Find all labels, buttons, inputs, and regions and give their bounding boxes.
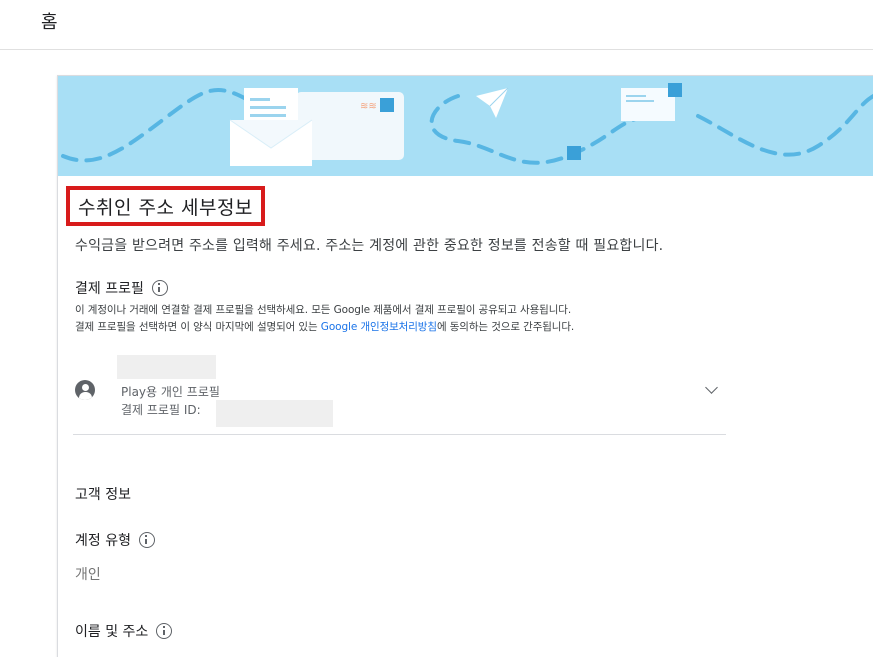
name-address-label: 이름 및 주소 bbox=[75, 621, 173, 641]
redacted-profile-id bbox=[216, 400, 333, 427]
note-suffix: 에 동의하는 것으로 간주됩니다. bbox=[436, 321, 575, 333]
payment-profile-note-line2: 결제 프로필을 선택하면 이 양식 마지막에 설명되어 있는 Google 개인… bbox=[75, 319, 574, 334]
section-description: 수익금을 받으려면 주소를 입력해 주세요. 주소는 계정에 관한 중요한 정보… bbox=[75, 238, 664, 254]
info-icon[interactable] bbox=[138, 532, 155, 548]
svg-text:≋≋: ≋≋ bbox=[360, 101, 377, 112]
section-title-highlight: 수취인 주소 세부정보 bbox=[66, 186, 265, 226]
redacted-profile-name bbox=[117, 355, 216, 379]
section-title: 수취인 주소 세부정보 bbox=[78, 196, 253, 219]
name-address-label-text: 이름 및 주소 bbox=[75, 624, 149, 640]
note-prefix: 결제 프로필을 선택하면 이 양식 마지막에 설명되어 있는 bbox=[75, 321, 321, 333]
payment-profile-selector[interactable]: Play용 개인 프로필 결제 프로필 ID: bbox=[73, 353, 726, 435]
account-type-value: 개인 bbox=[75, 567, 101, 583]
top-bar: 홈 bbox=[0, 0, 873, 50]
privacy-policy-link[interactable]: Google 개인정보처리방침 bbox=[321, 321, 437, 333]
info-icon[interactable] bbox=[156, 623, 173, 639]
account-type-label: 계정 유형 bbox=[75, 530, 155, 550]
info-icon[interactable] bbox=[151, 280, 168, 296]
profile-id-label: 결제 프로필 ID: bbox=[121, 403, 201, 417]
payment-profile-label-text: 결제 프로필 bbox=[75, 281, 144, 297]
customer-info-heading: 고객 정보 bbox=[75, 487, 131, 503]
chevron-down-icon[interactable] bbox=[705, 381, 718, 394]
address-details-card: ≋≋ 수취인 주소 세부정보 수익금을 받으려면 주소를 입력해 주세요. 주소… bbox=[57, 75, 873, 657]
account-circle-icon bbox=[75, 380, 95, 400]
envelope-illustration: ≋≋ bbox=[61, 83, 873, 166]
payment-profile-label: 결제 프로필 bbox=[75, 278, 168, 298]
page-title: 홈 bbox=[41, 12, 58, 33]
account-type-label-text: 계정 유형 bbox=[75, 533, 131, 549]
profile-type: Play용 개인 프로필 bbox=[121, 385, 220, 399]
payment-profile-note-line1: 이 계정이나 거래에 연결할 결제 프로필을 선택하세요. 모든 Google … bbox=[75, 304, 572, 316]
envelope-illustration-banner: ≋≋ bbox=[58, 76, 873, 176]
